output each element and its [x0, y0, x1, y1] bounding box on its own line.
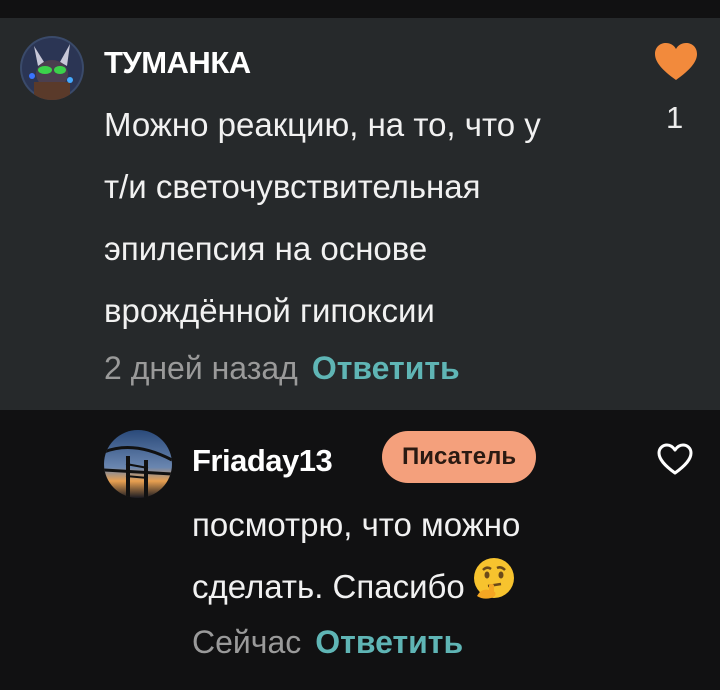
thinking-face-emoji [471, 556, 517, 622]
comment-card: ТУМАНКА 1 Можно реакцию, на то, что у т/… [0, 18, 720, 410]
comment-text-line: Можно реакцию, на то, что у [104, 106, 541, 143]
reply-text-line: сделать. Спасибо [192, 556, 652, 622]
avatar[interactable] [20, 36, 84, 100]
reply-avatar[interactable] [104, 430, 172, 498]
reply-timestamp: Сейчас [192, 624, 302, 660]
writer-badge: Писатель [382, 431, 537, 483]
comment-text-line: эпилепсия на основе [104, 230, 428, 267]
heart-filled-icon [655, 43, 697, 80]
reply-username[interactable]: Friaday13 [192, 443, 333, 479]
reply-meta: Сейчас Ответить [192, 624, 463, 661]
reply-like-button[interactable] [656, 442, 694, 476]
reply-button[interactable]: Ответить [312, 350, 460, 386]
comment-username[interactable]: ТУМАНКА [104, 45, 251, 81]
like-button[interactable] [654, 42, 698, 82]
comment-text-line: т/и светочувствительная [104, 168, 481, 205]
reply-reply-button[interactable]: Ответить [315, 624, 463, 660]
heart-outline-icon [657, 443, 693, 475]
like-count: 1 [666, 100, 684, 135]
reply-text-line: посмотрю, что можно [192, 506, 521, 543]
comment-text-line: врождённой гипоксии [104, 292, 435, 329]
comment-text: Можно реакцию, на то, что у т/и светочув… [104, 94, 644, 342]
comment-timestamp: 2 дней назад [104, 350, 298, 386]
reply-card: Friaday13 Писатель посмотрю, что можно с… [0, 410, 720, 690]
reply-text: посмотрю, что можно сделать. Спасибо [192, 494, 652, 622]
comment-meta: 2 дней назад Ответить [104, 350, 460, 387]
top-strip [0, 0, 720, 18]
